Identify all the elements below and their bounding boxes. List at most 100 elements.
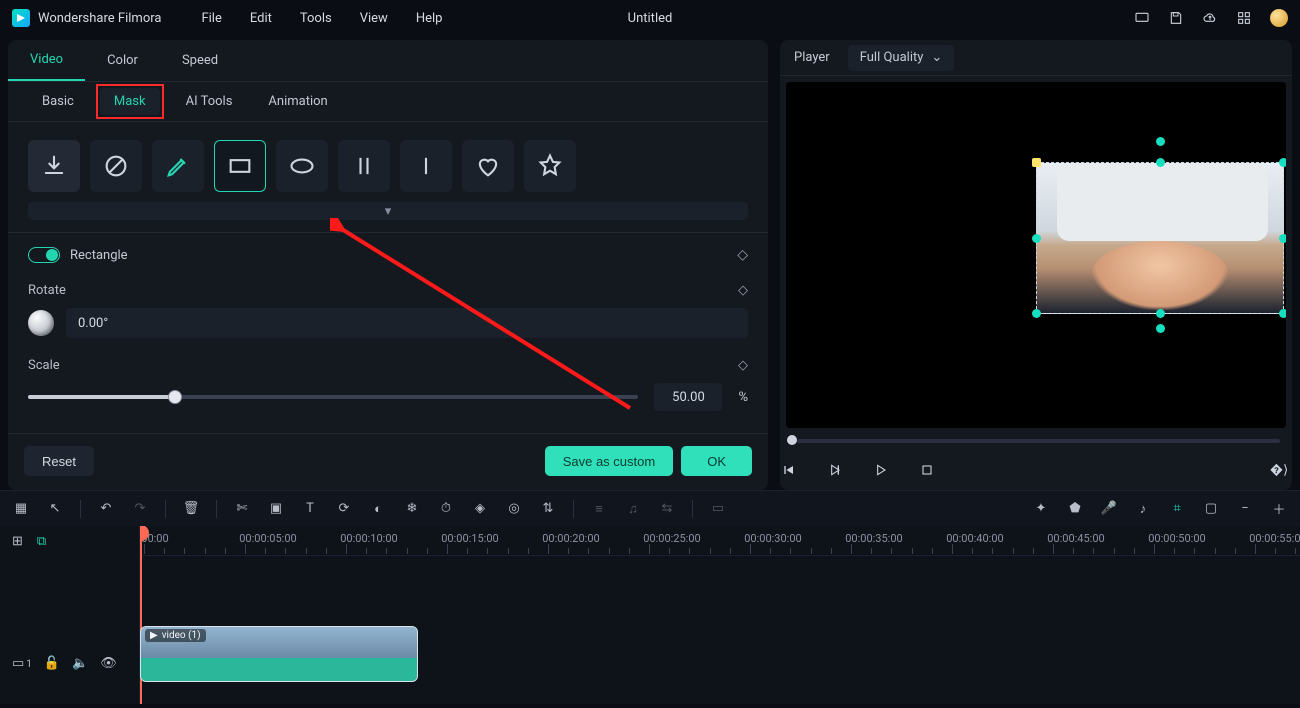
play-pause-icon[interactable] <box>826 461 844 479</box>
tl-pointer-icon[interactable]: ↖ <box>46 500 64 518</box>
handle-feather[interactable] <box>1156 324 1165 333</box>
mask-section-keyframe-icon[interactable]: ◇ <box>737 247 748 263</box>
mask-shape-rectangle[interactable] <box>214 140 266 192</box>
prop-rotate-label: Rotate <box>28 283 66 298</box>
tab-video[interactable]: Video <box>8 40 85 81</box>
tl-freeze-icon[interactable]: ❄ <box>403 500 421 518</box>
scale-slider[interactable] <box>28 395 638 399</box>
timeline-clip[interactable]: ▶video (1) <box>140 626 418 682</box>
prev-frame-icon[interactable] <box>780 461 798 479</box>
tab-color[interactable]: Color <box>85 40 160 81</box>
tl-autoframe-icon[interactable]: ⌗ <box>1168 500 1186 518</box>
rotate-knob[interactable] <box>28 310 54 336</box>
handle-top[interactable] <box>1156 158 1165 167</box>
tl-thumbnail-icon[interactable]: ▢ <box>1202 500 1220 518</box>
handle-bottom[interactable] <box>1156 309 1165 318</box>
timeline-tracks[interactable]: 00:0000:00:05:0000:00:10:0000:00:15:0000… <box>140 526 1300 704</box>
subtab-ai-tools[interactable]: AI Tools <box>172 88 247 115</box>
handle-right[interactable] <box>1279 234 1286 243</box>
mask-shape-single-line[interactable] <box>400 140 452 192</box>
tl-undo-icon[interactable]: ↶ <box>97 500 115 518</box>
menu-view[interactable]: View <box>360 11 388 26</box>
tl-color-icon[interactable]: ◐ <box>369 500 387 518</box>
subtab-basic[interactable]: Basic <box>28 88 88 115</box>
tab-speed[interactable]: Speed <box>160 40 240 81</box>
menu-help[interactable]: Help <box>416 11 443 26</box>
handle-bottom-left[interactable] <box>1032 309 1041 318</box>
track-mute-icon[interactable]: 🔈 <box>72 656 88 671</box>
handle-top-left[interactable] <box>1032 158 1041 167</box>
preview-stage[interactable] <box>786 82 1286 428</box>
mask-shape-double-line[interactable] <box>338 140 390 192</box>
tl-marker-icon[interactable]: ⬟ <box>1066 500 1084 518</box>
tl-ai-icon[interactable]: ✦ <box>1032 500 1050 518</box>
track-visibility-icon[interactable]: 👁 <box>100 656 117 671</box>
tl-crop-icon[interactable]: ▣ <box>267 500 285 518</box>
tl-layout-icon[interactable]: ▦ <box>12 500 30 518</box>
add-track-icon[interactable]: ⊞ <box>12 534 23 549</box>
tl-adjust-icon[interactable]: ⇅ <box>539 500 557 518</box>
mask-shape-none[interactable] <box>90 140 142 192</box>
save-icon[interactable] <box>1168 10 1184 26</box>
tl-keyframe-icon[interactable]: ◈ <box>471 500 489 518</box>
tl-speedramp-icon[interactable]: ⏱ <box>437 500 455 518</box>
rotate-value-field[interactable]: 0.00° <box>66 308 748 338</box>
tl-detach-audio-icon[interactable]: ◎ <box>505 500 523 518</box>
preview-scrubber[interactable] <box>780 432 1292 450</box>
mask-bounding-box[interactable] <box>1036 162 1284 314</box>
tl-audio-stretch-icon[interactable]: ⇆ <box>658 500 676 518</box>
account-avatar-icon[interactable] <box>1270 9 1288 27</box>
prop-rotate-keyframe-icon[interactable]: ◇ <box>738 283 748 298</box>
save-as-custom-button[interactable]: Save as custom <box>545 446 674 476</box>
stop-icon[interactable] <box>918 461 936 479</box>
shape-picker-expand[interactable]: ▾ <box>28 202 748 220</box>
tl-render-icon[interactable]: ▭ <box>709 500 727 518</box>
menu-tools[interactable]: Tools <box>300 11 332 26</box>
tl-split-icon[interactable]: ✄ <box>233 500 251 518</box>
track-lock-icon[interactable]: 🔓 <box>44 656 60 671</box>
reset-button[interactable]: Reset <box>24 446 94 476</box>
subtab-mask[interactable]: Mask <box>100 88 160 115</box>
mask-shape-import[interactable] <box>28 140 80 192</box>
handle-left[interactable] <box>1032 234 1041 243</box>
menu-file[interactable]: File <box>201 11 221 26</box>
mask-enable-toggle[interactable] <box>28 247 60 263</box>
handle-top-right[interactable] <box>1279 158 1286 167</box>
tl-zoom-in-icon[interactable]: ＋ <box>1270 500 1288 518</box>
mask-shape-ellipse[interactable] <box>276 140 328 192</box>
ok-button[interactable]: OK <box>681 446 752 476</box>
tl-voiceover-icon[interactable]: 🎤 <box>1100 500 1118 518</box>
apps-grid-icon[interactable] <box>1236 10 1252 26</box>
tl-text-icon[interactable]: T <box>301 500 319 518</box>
play-icon[interactable] <box>872 461 890 479</box>
snapshot-icon[interactable]: �⟩ <box>1270 461 1288 479</box>
track-type-icon[interactable]: ▭1 <box>12 656 32 671</box>
tl-delete-icon[interactable]: 🗑 <box>182 500 200 518</box>
cloud-upload-icon[interactable] <box>1202 10 1218 26</box>
ruler-label: 00:00:40:00 <box>946 532 1003 545</box>
handle-rotate[interactable] <box>1156 137 1165 146</box>
subtab-animation[interactable]: Animation <box>254 88 341 115</box>
tl-redo-icon[interactable]: ↷ <box>131 500 149 518</box>
tl-audio-adjust-icon[interactable]: ≡ <box>590 500 608 518</box>
scale-value: 50.00 <box>672 390 705 405</box>
tl-audio-mix-icon[interactable]: ♫ <box>624 500 642 518</box>
rotate-value: 0.00° <box>78 316 108 331</box>
scale-value-field[interactable]: 50.00 <box>654 383 722 411</box>
handle-bottom-right[interactable] <box>1279 309 1286 318</box>
timeline-ruler[interactable]: 00:0000:00:05:0000:00:10:0000:00:15:0000… <box>140 526 1300 556</box>
tl-zoom-out-icon[interactable]: − <box>1236 500 1254 518</box>
ruler-label: 00:00:15:00 <box>441 532 498 545</box>
mask-shape-heart[interactable] <box>462 140 514 192</box>
tl-music-icon[interactable]: ♪ <box>1134 500 1152 518</box>
quality-select[interactable]: Full Quality ⌄ <box>848 45 955 71</box>
prop-scale-keyframe-icon[interactable]: ◇ <box>738 358 748 373</box>
screen-icon[interactable] <box>1134 10 1150 26</box>
link-icon[interactable]: ⧉ <box>37 534 46 549</box>
mask-shape-star[interactable] <box>524 140 576 192</box>
annotation-highlight-mask: Mask <box>96 84 164 119</box>
tl-speed-icon[interactable]: ⟳ <box>335 500 353 518</box>
mask-shape-pen[interactable] <box>152 140 204 192</box>
menu-edit[interactable]: Edit <box>250 11 272 26</box>
scale-slider-thumb[interactable] <box>168 390 182 404</box>
